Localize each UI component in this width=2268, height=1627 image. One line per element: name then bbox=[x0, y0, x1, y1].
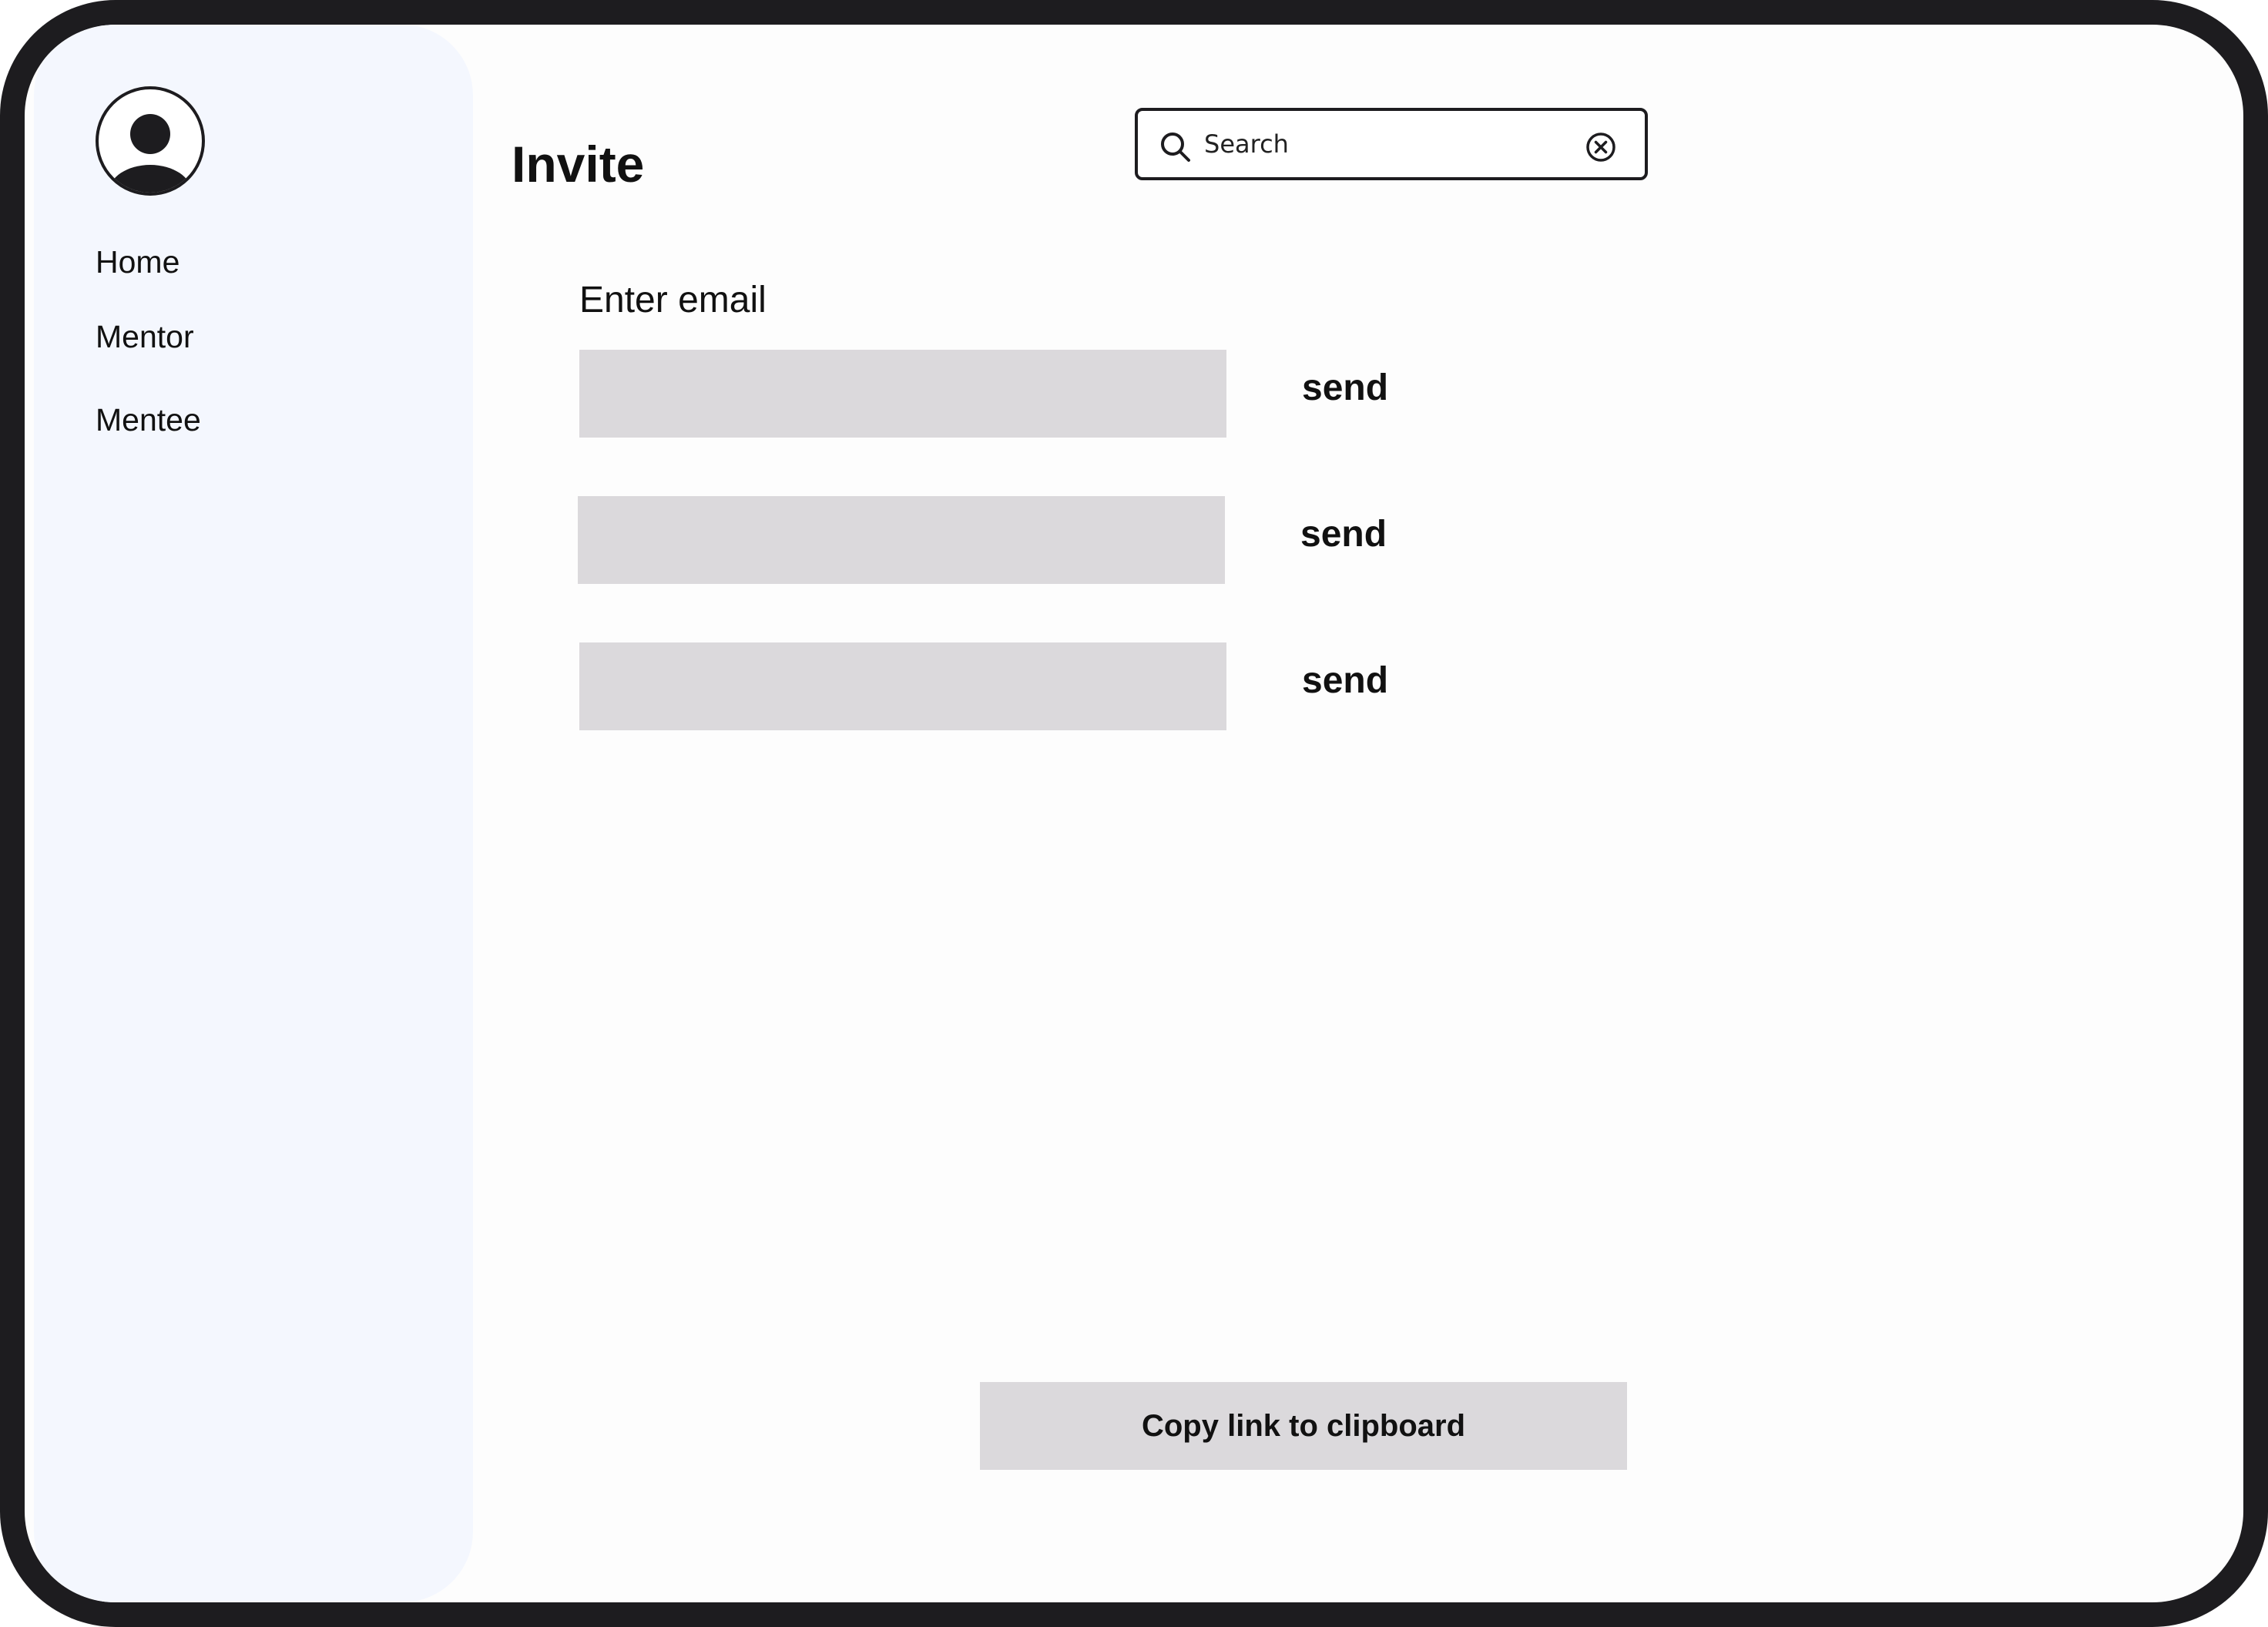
search-icon bbox=[1161, 133, 1190, 162]
send-button-1[interactable]: send bbox=[1302, 370, 1388, 407]
sidebar-item-mentee[interactable]: Mentee bbox=[96, 404, 201, 436]
send-button-2[interactable]: send bbox=[1300, 516, 1387, 553]
device-frame: Home Mentor Mentee Invite Enter email se… bbox=[0, 0, 2268, 1627]
copy-link-button[interactable]: Copy link to clipboard bbox=[980, 1382, 1627, 1470]
sidebar-item-mentor[interactable]: Mentor bbox=[96, 321, 194, 353]
sidebar: Home Mentor Mentee bbox=[34, 25, 473, 1602]
user-avatar-icon bbox=[109, 114, 192, 193]
email-field-1[interactable] bbox=[579, 350, 1226, 438]
screen: Home Mentor Mentee Invite Enter email se… bbox=[25, 25, 2243, 1602]
send-button-3[interactable]: send bbox=[1302, 663, 1388, 699]
clear-circle-x-icon[interactable] bbox=[1585, 131, 1617, 163]
page-title: Invite bbox=[512, 136, 645, 193]
avatar[interactable] bbox=[96, 86, 205, 196]
email-field-3[interactable] bbox=[579, 642, 1226, 730]
email-field-2[interactable] bbox=[578, 496, 1225, 584]
search-input[interactable] bbox=[1204, 122, 1574, 166]
search-box[interactable] bbox=[1135, 108, 1648, 180]
enter-email-label: Enter email bbox=[579, 280, 767, 320]
sidebar-item-home[interactable]: Home bbox=[96, 247, 179, 278]
